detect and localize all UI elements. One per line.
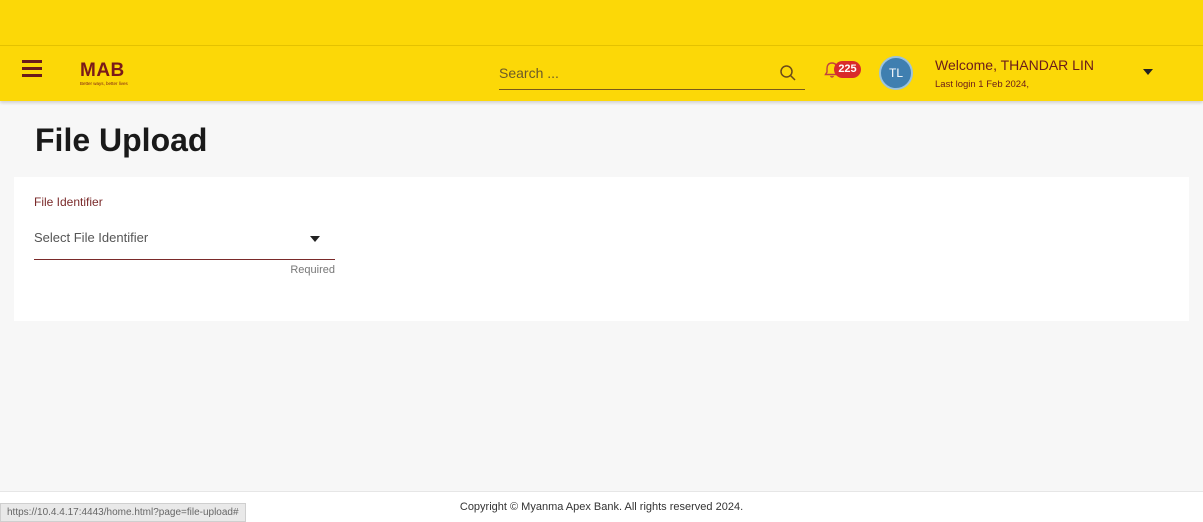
top-strip bbox=[0, 0, 1203, 46]
logo-text: MAB bbox=[80, 60, 125, 81]
search-box bbox=[499, 56, 805, 90]
last-login-text: Last login 1 Feb 2024, bbox=[935, 79, 1030, 90]
avatar[interactable]: TL bbox=[879, 56, 913, 90]
file-identifier-select[interactable]: Select File Identifier bbox=[34, 227, 335, 260]
welcome-text: Welcome, THANDAR LIN bbox=[935, 57, 1094, 73]
page-title: File Upload bbox=[35, 122, 208, 158]
search-input[interactable] bbox=[499, 62, 759, 84]
file-identifier-label: File Identifier bbox=[34, 195, 103, 209]
menu-icon[interactable] bbox=[22, 60, 42, 78]
notification-badge[interactable]: 225 bbox=[834, 61, 861, 78]
search-icon[interactable] bbox=[779, 64, 797, 82]
app-header: MAB Better ways, better lives 225 TL Wel… bbox=[0, 46, 1203, 101]
upload-form-card: File Identifier Select File Identifier R… bbox=[14, 177, 1189, 321]
required-hint: Required bbox=[290, 264, 335, 276]
logo-tagline: Better ways, better lives bbox=[80, 81, 128, 86]
browser-status-url: https://10.4.4.17:4443/home.html?page=fi… bbox=[0, 503, 246, 522]
chevron-down-icon bbox=[310, 236, 320, 242]
chevron-down-icon[interactable] bbox=[1142, 68, 1154, 76]
file-identifier-placeholder: Select File Identifier bbox=[34, 230, 149, 245]
logo[interactable]: MAB Better ways, better lives bbox=[80, 61, 128, 87]
